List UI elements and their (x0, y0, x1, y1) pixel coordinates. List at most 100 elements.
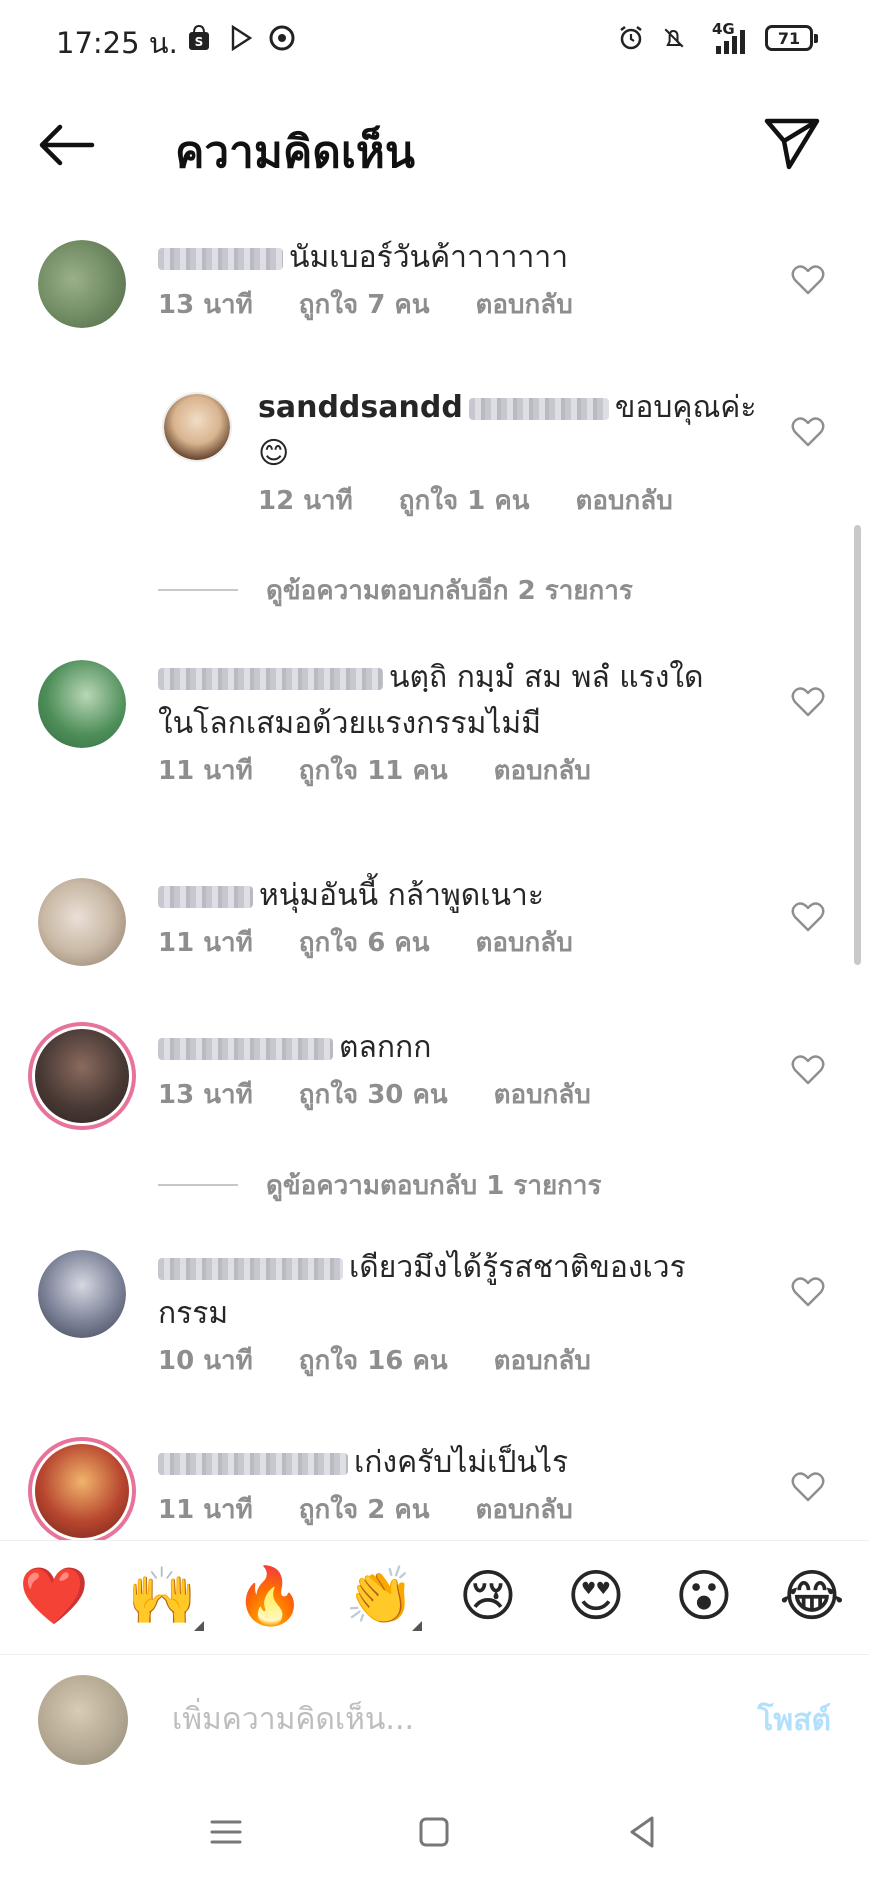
comment-body: sanddsandd ขอบคุณค่ะ 😊 12 นาที ถูกใจ 1 คน… (258, 385, 758, 519)
comment-likes[interactable]: ถูกใจ 16 คน (299, 1343, 448, 1379)
reply-button[interactable]: ตอบกลับ (494, 1077, 591, 1113)
comment-likes[interactable]: ถูกใจ 30 คน (299, 1077, 448, 1113)
comment-time: 11 นาที (158, 928, 253, 958)
avatar[interactable] (38, 1250, 126, 1338)
status-time: 17:25 น. (56, 26, 178, 60)
menu-icon[interactable] (206, 1812, 246, 1852)
comment-likes[interactable]: ถูกใจ 7 คน (299, 287, 430, 323)
reply-button[interactable]: ตอบกลับ (494, 1343, 591, 1379)
scrollbar[interactable] (854, 525, 861, 965)
back-button[interactable] (36, 120, 96, 170)
reply-button[interactable]: ตอบกลับ (476, 925, 573, 961)
back-triangle-icon[interactable] (622, 1812, 662, 1852)
heart-icon[interactable] (791, 263, 825, 297)
view-more-replies[interactable]: ดูข้อความตอบกลับ 1 รายการ (158, 1165, 602, 1205)
emoji-heart-eyes[interactable]: 😍 (560, 1561, 632, 1633)
emoji-raised-hands[interactable]: 🙌 (126, 1561, 204, 1633)
comment-meta: 11 นาที ถูกใจ 2 คน ตอบกลับ (158, 1492, 738, 1528)
comment-likes[interactable]: ถูกใจ 1 คน (399, 483, 530, 519)
view-more-replies[interactable]: ดูข้อความตอบกลับอีก 2 รายการ (158, 570, 633, 610)
emoji-heart[interactable]: ❤️ (18, 1561, 90, 1633)
page-title: ความคิดเห็น (175, 127, 415, 178)
comment-meta: 10 นาที ถูกใจ 16 คน ตอบกลับ (158, 1343, 738, 1379)
avatar[interactable] (38, 660, 126, 748)
comment-input[interactable] (172, 1693, 692, 1745)
comment-text: ตลกกก (339, 1030, 432, 1065)
heart-icon[interactable] (791, 1275, 825, 1309)
arrow-left-icon (39, 124, 95, 166)
emoji-glyph: 👏 (345, 1564, 415, 1629)
heart-icon[interactable] (791, 1470, 825, 1504)
view-replies-label: ดูข้อความตอบกลับอีก 2 รายการ (266, 575, 633, 606)
view-replies-label: ดูข้อความตอบกลับ 1 รายการ (266, 1170, 602, 1201)
comment-body: ตลกกก 13 นาที ถูกใจ 30 คน ตอบกลับ (158, 1025, 738, 1113)
shopee-icon: S (185, 24, 213, 52)
header: ความคิดเห็น (0, 95, 869, 195)
avatar-with-story-ring[interactable] (28, 1022, 136, 1130)
comment-time: 12 นาที (258, 486, 353, 516)
comment-body: หนุ่มอันนี้ กล้าพูดเนาะ 11 นาที ถูกใจ 6 … (158, 873, 738, 961)
skin-tone-indicator (194, 1621, 204, 1631)
avatar-with-story-ring[interactable] (28, 1437, 136, 1540)
comment-meta: 12 นาที ถูกใจ 1 คน ตอบกลับ (258, 483, 758, 519)
divider (158, 589, 238, 591)
comment-body: นัมเบอร์วันค้าาาาาาา 13 นาที ถูกใจ 7 คน … (158, 235, 738, 323)
heart-icon[interactable] (791, 1053, 825, 1087)
comment-meta: 11 นาที ถูกใจ 6 คน ตอบกลับ (158, 925, 738, 961)
comment-meta: 13 นาที ถูกใจ 7 คน ตอบกลับ (158, 287, 738, 323)
comment-composer: โพสต์ (0, 1655, 869, 1780)
blurred-username[interactable] (158, 1037, 333, 1060)
blurred-username[interactable] (158, 1257, 343, 1280)
share-button[interactable] (763, 115, 821, 171)
comment-body: เก่งครับไม่เป็นไร 11 นาที ถูกใจ 2 คน ตอบ… (158, 1440, 738, 1528)
emoji-fire[interactable]: 🔥 (234, 1561, 306, 1633)
chrome-icon (268, 24, 296, 52)
avatar[interactable] (38, 878, 126, 966)
blurred-username[interactable] (158, 667, 383, 690)
skin-tone-indicator (412, 1621, 422, 1631)
comment-meta: 11 นาที ถูกใจ 11 คน ตอบกลับ (158, 753, 738, 789)
comment-username[interactable]: sanddsandd (258, 390, 463, 425)
comment-text: นัมเบอร์วันค้าาาาาาา (289, 240, 569, 275)
emoji-surprised[interactable]: 😮 (668, 1561, 740, 1633)
heart-icon[interactable] (791, 900, 825, 934)
mute-icon (660, 24, 688, 52)
post-button[interactable]: โพสต์ (757, 1697, 831, 1744)
blurred-mention[interactable] (468, 397, 609, 420)
emoji-laughing[interactable]: 😂 (776, 1561, 848, 1633)
blurred-username[interactable] (158, 1452, 348, 1475)
reply-button[interactable]: ตอบกลับ (576, 483, 673, 519)
play-store-icon (227, 24, 255, 52)
emoji-glyph: 🙌 (127, 1564, 197, 1629)
comment-likes[interactable]: ถูกใจ 2 คน (299, 1492, 430, 1528)
comment-body: นตฺถิ กมฺมํ สม พลํ แรงใดในโลกเสมอด้วยแรง… (158, 655, 738, 789)
svg-text:S: S (195, 35, 204, 49)
heart-icon[interactable] (791, 685, 825, 719)
avatar[interactable] (38, 240, 126, 328)
comments-list[interactable]: นัมเบอร์วันค้าาาาาาา 13 นาที ถูกใจ 7 คน … (0, 220, 869, 1540)
comment-time: 13 นาที (158, 290, 253, 320)
direct-send-icon (764, 118, 820, 170)
system-nav-bar (0, 1780, 869, 1883)
reply-button[interactable]: ตอบกลับ (476, 1492, 573, 1528)
heart-icon[interactable] (791, 415, 825, 449)
comment-likes[interactable]: ถูกใจ 11 คน (299, 753, 448, 789)
avatar[interactable] (162, 392, 232, 462)
emoji-clapping[interactable]: 👏 (344, 1561, 422, 1633)
reply-button[interactable]: ตอบกลับ (476, 287, 573, 323)
blurred-username[interactable] (158, 885, 253, 908)
battery-indicator: 71 (765, 25, 818, 51)
alarm-icon (617, 24, 645, 52)
comment-meta: 13 นาที ถูกใจ 30 คน ตอบกลับ (158, 1077, 738, 1113)
comment-text: หนุ่มอันนี้ กล้าพูดเนาะ (259, 878, 544, 913)
blurred-username[interactable] (158, 247, 283, 270)
home-icon[interactable] (414, 1812, 454, 1852)
current-user-avatar (38, 1675, 128, 1765)
comment-likes[interactable]: ถูกใจ 6 คน (299, 925, 430, 961)
comment-time: 11 นาที (158, 1495, 253, 1525)
reply-button[interactable]: ตอบกลับ (494, 753, 591, 789)
emoji-crying[interactable]: 😢 (452, 1561, 524, 1633)
emoji-quick-bar: ❤️ 🙌 🔥 👏 😢 😍 😮 😂 (0, 1540, 869, 1655)
comment-time: 10 นาที (158, 1346, 253, 1376)
divider (158, 1184, 238, 1186)
